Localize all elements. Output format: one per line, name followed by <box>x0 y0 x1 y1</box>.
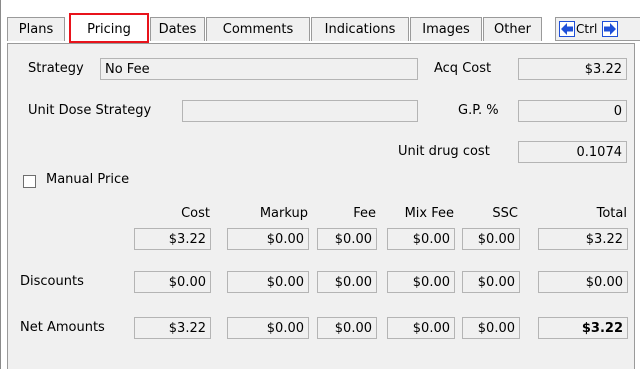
col-header-cost: Cost <box>181 206 210 221</box>
net-amounts-label: Net Amounts <box>20 320 105 335</box>
col-header-mix-fee: Mix Fee <box>404 206 454 221</box>
net-total[interactable]: $3.22 <box>538 317 628 339</box>
gp-percent-field[interactable]: 0 <box>518 100 627 122</box>
discounts-label: Discounts <box>20 274 84 289</box>
acq-cost-label: Acq Cost <box>434 61 492 76</box>
tab-bar: Plans Pricing Dates Comments Indications… <box>7 13 640 43</box>
tab-indications[interactable]: Indications <box>311 17 409 41</box>
tab-other-label: Other <box>494 22 531 37</box>
tab-plans-label: Plans <box>18 22 54 37</box>
net-cost[interactable]: $3.22 <box>134 317 211 339</box>
row1-fee[interactable]: $0.00 <box>317 228 377 250</box>
pricing-window: Plans Pricing Dates Comments Indications… <box>0 0 640 369</box>
pricing-panel: Strategy No Fee Unit Dose Strategy Acq C… <box>7 43 635 369</box>
tab-indications-label: Indications <box>324 22 396 37</box>
discounts-ssc[interactable]: $0.00 <box>462 271 520 293</box>
tab-pricing-label: Pricing <box>87 22 131 37</box>
row1-ssc[interactable]: $0.00 <box>462 228 520 250</box>
ctrl-label: Ctrl <box>576 22 598 36</box>
arrow-right-icon[interactable] <box>602 21 618 37</box>
row1-mix-fee[interactable]: $0.00 <box>387 228 455 250</box>
row1-total[interactable]: $3.22 <box>538 228 628 250</box>
manual-price-label: Manual Price <box>46 172 130 187</box>
col-header-markup: Markup <box>259 206 308 221</box>
net-mix-fee[interactable]: $0.00 <box>387 317 455 339</box>
unit-dose-strategy-label: Unit Dose Strategy <box>28 103 152 118</box>
arrow-left-icon[interactable] <box>559 21 575 37</box>
strategy-label: Strategy <box>28 61 84 76</box>
gp-percent-label: G.P. % <box>458 103 499 118</box>
row1-markup[interactable]: $0.00 <box>227 228 309 250</box>
unit-drug-cost-field[interactable]: 0.1074 <box>518 141 627 163</box>
tab-other[interactable]: Other <box>483 17 542 41</box>
tab-dates[interactable]: Dates <box>150 17 205 41</box>
tab-dates-label: Dates <box>158 22 197 37</box>
strategy-field[interactable]: No Fee <box>100 58 418 80</box>
manual-price-checkbox[interactable] <box>23 175 36 188</box>
tab-pricing[interactable]: Pricing <box>69 13 149 43</box>
discounts-total[interactable]: $0.00 <box>538 271 628 293</box>
discounts-cost[interactable]: $0.00 <box>134 271 211 293</box>
unit-drug-cost-label: Unit drug cost <box>398 144 490 159</box>
tab-images-label: Images <box>422 22 470 37</box>
net-ssc[interactable]: $0.00 <box>462 317 520 339</box>
col-header-fee: Fee <box>353 206 376 221</box>
tab-comments-label: Comments <box>222 22 294 37</box>
net-fee[interactable]: $0.00 <box>317 317 377 339</box>
col-header-total: Total <box>596 206 627 221</box>
row1-cost[interactable]: $3.22 <box>134 228 211 250</box>
acq-cost-field[interactable]: $3.22 <box>518 58 627 80</box>
tab-comments[interactable]: Comments <box>206 17 310 41</box>
unit-dose-strategy-field[interactable] <box>182 100 418 122</box>
tab-images[interactable]: Images <box>410 17 482 41</box>
discounts-mix-fee[interactable]: $0.00 <box>387 271 455 293</box>
tab-scroll-control: Ctrl <box>555 17 640 41</box>
discounts-fee[interactable]: $0.00 <box>317 271 377 293</box>
col-header-ssc: SSC <box>492 206 518 221</box>
net-markup[interactable]: $0.00 <box>227 317 309 339</box>
tab-plans[interactable]: Plans <box>7 17 65 41</box>
discounts-markup[interactable]: $0.00 <box>227 271 309 293</box>
